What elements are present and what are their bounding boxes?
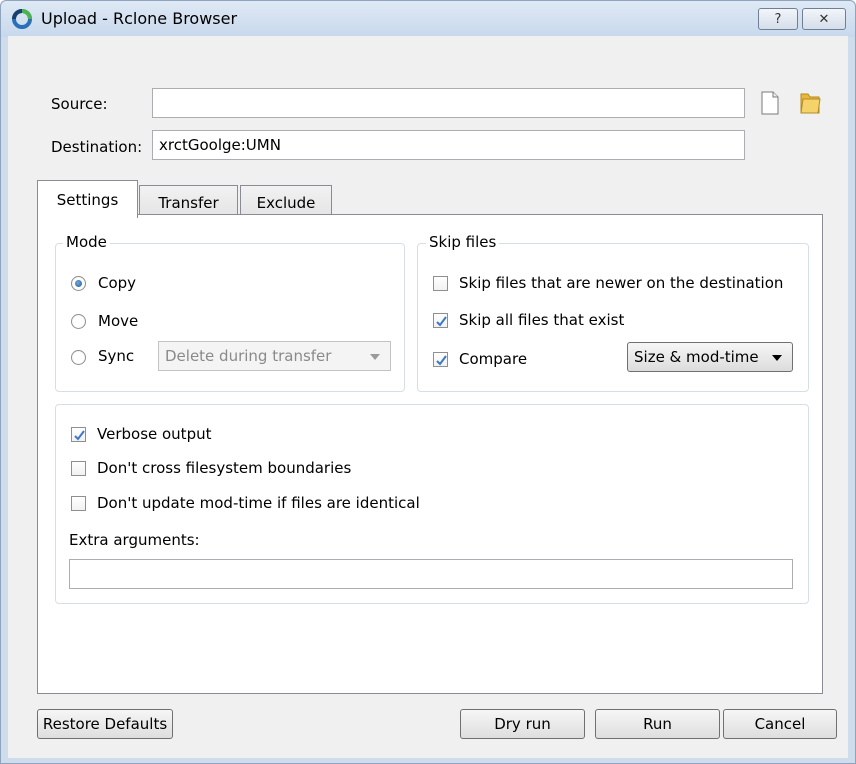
no-update-modtime-label: Don't update mod-time if files are ident…: [97, 494, 420, 512]
compare-checkbox[interactable]: [433, 352, 448, 367]
no-update-modtime-checkbox[interactable]: [71, 496, 86, 511]
destination-label: Destination:: [51, 138, 143, 156]
move-label: Move: [98, 312, 139, 330]
skip-newer-label: Skip files that are newer on the destina…: [459, 274, 784, 292]
window-title: Upload - Rclone Browser: [41, 9, 238, 28]
mode-group-title: Mode: [63, 233, 110, 251]
checkmark-icon: [74, 430, 85, 441]
cancel-button[interactable]: Cancel: [723, 709, 837, 739]
run-button[interactable]: Run: [595, 709, 720, 739]
chevron-down-icon: [370, 354, 380, 360]
sync-radio[interactable]: [71, 350, 86, 365]
restore-defaults-button[interactable]: Restore Defaults: [37, 709, 173, 739]
verbose-label: Verbose output: [97, 425, 212, 443]
skip-files-group-title: Skip files: [426, 233, 500, 251]
compare-mode-select[interactable]: Size & mod-time: [627, 342, 793, 372]
no-cross-fs-checkbox[interactable]: [71, 461, 86, 476]
checkmark-icon: [436, 316, 447, 327]
sync-label: Sync: [98, 347, 135, 365]
copy-radio[interactable]: [71, 276, 86, 291]
copy-label: Copy: [98, 274, 137, 292]
open-folder-icon[interactable]: [799, 90, 821, 116]
chevron-down-icon: [772, 355, 782, 361]
new-file-icon[interactable]: [760, 91, 780, 115]
extra-arguments-label: Extra arguments:: [69, 531, 200, 549]
move-radio[interactable]: [71, 314, 86, 329]
skip-exist-checkbox[interactable]: [433, 313, 448, 328]
source-input[interactable]: [152, 88, 745, 118]
skip-newer-checkbox[interactable]: [433, 276, 448, 291]
no-cross-fs-label: Don't cross filesystem boundaries: [97, 459, 352, 477]
title-bar[interactable]: Upload - Rclone Browser ? ✕: [1, 1, 855, 37]
destination-input[interactable]: xrctGoolge:UMN: [152, 130, 745, 160]
help-button[interactable]: ?: [758, 8, 798, 30]
tab-settings[interactable]: Settings: [37, 180, 138, 218]
dry-run-button[interactable]: Dry run: [460, 709, 585, 739]
compare-mode-value: Size & mod-time: [634, 348, 759, 366]
verbose-checkbox[interactable]: [71, 427, 86, 442]
checkmark-icon: [436, 355, 447, 366]
compare-label: Compare: [459, 350, 528, 368]
rclone-app-icon: [11, 8, 33, 30]
skip-exist-label: Skip all files that exist: [459, 311, 625, 329]
sync-mode-select[interactable]: Delete during transfer: [158, 341, 391, 371]
sync-mode-value: Delete during transfer: [165, 347, 332, 365]
extra-arguments-input[interactable]: [69, 559, 793, 589]
source-label: Source:: [51, 95, 108, 113]
close-button[interactable]: ✕: [802, 8, 846, 30]
